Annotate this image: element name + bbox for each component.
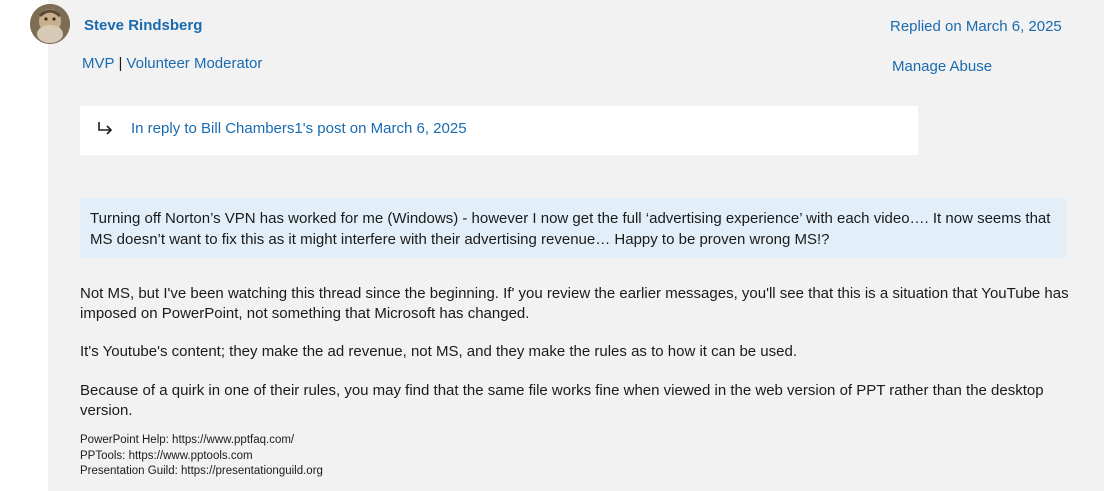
in-reply-to-link[interactable]: In reply to Bill Chambers1's post on Mar…: [131, 120, 467, 137]
reply-paragraph-2: It's Youtube's content; they make the ad…: [80, 343, 798, 360]
role-mvp-link[interactable]: MVP: [82, 55, 115, 72]
signature-line: PowerPoint Help: https://www.pptfaq.com/: [80, 434, 295, 446]
in-reply-to-box[interactable]: In reply to Bill Chambers1's post on Mar…: [80, 106, 918, 155]
reply-paragraph-1: Not MS, but I've been watching this thre…: [80, 285, 1069, 322]
reply-arrow-icon: [96, 119, 116, 139]
quoted-text: Turning off Norton’s VPN has worked for …: [80, 198, 1066, 258]
signature-line: PPTools: https://www.pptools.com: [80, 449, 253, 462]
role-moderator-link[interactable]: Volunteer Moderator: [126, 55, 262, 72]
avatar[interactable]: [30, 4, 70, 44]
signature: PowerPoint Help: https://www.pptfaq.com/…: [80, 433, 323, 480]
author-roles: MVP | Volunteer Moderator: [82, 55, 262, 72]
reply-paragraph-3: Because of a quirk in one of their rules…: [80, 382, 1044, 419]
role-separator: |: [118, 55, 123, 72]
manage-abuse-link[interactable]: Manage Abuse: [892, 58, 992, 75]
signature-line: Presentation Guild: https://presentation…: [80, 465, 323, 477]
avatar-image: [30, 4, 70, 44]
author-name-link[interactable]: Steve Rindsberg: [84, 17, 202, 34]
replied-date: Replied on March 6, 2025: [890, 18, 1062, 35]
